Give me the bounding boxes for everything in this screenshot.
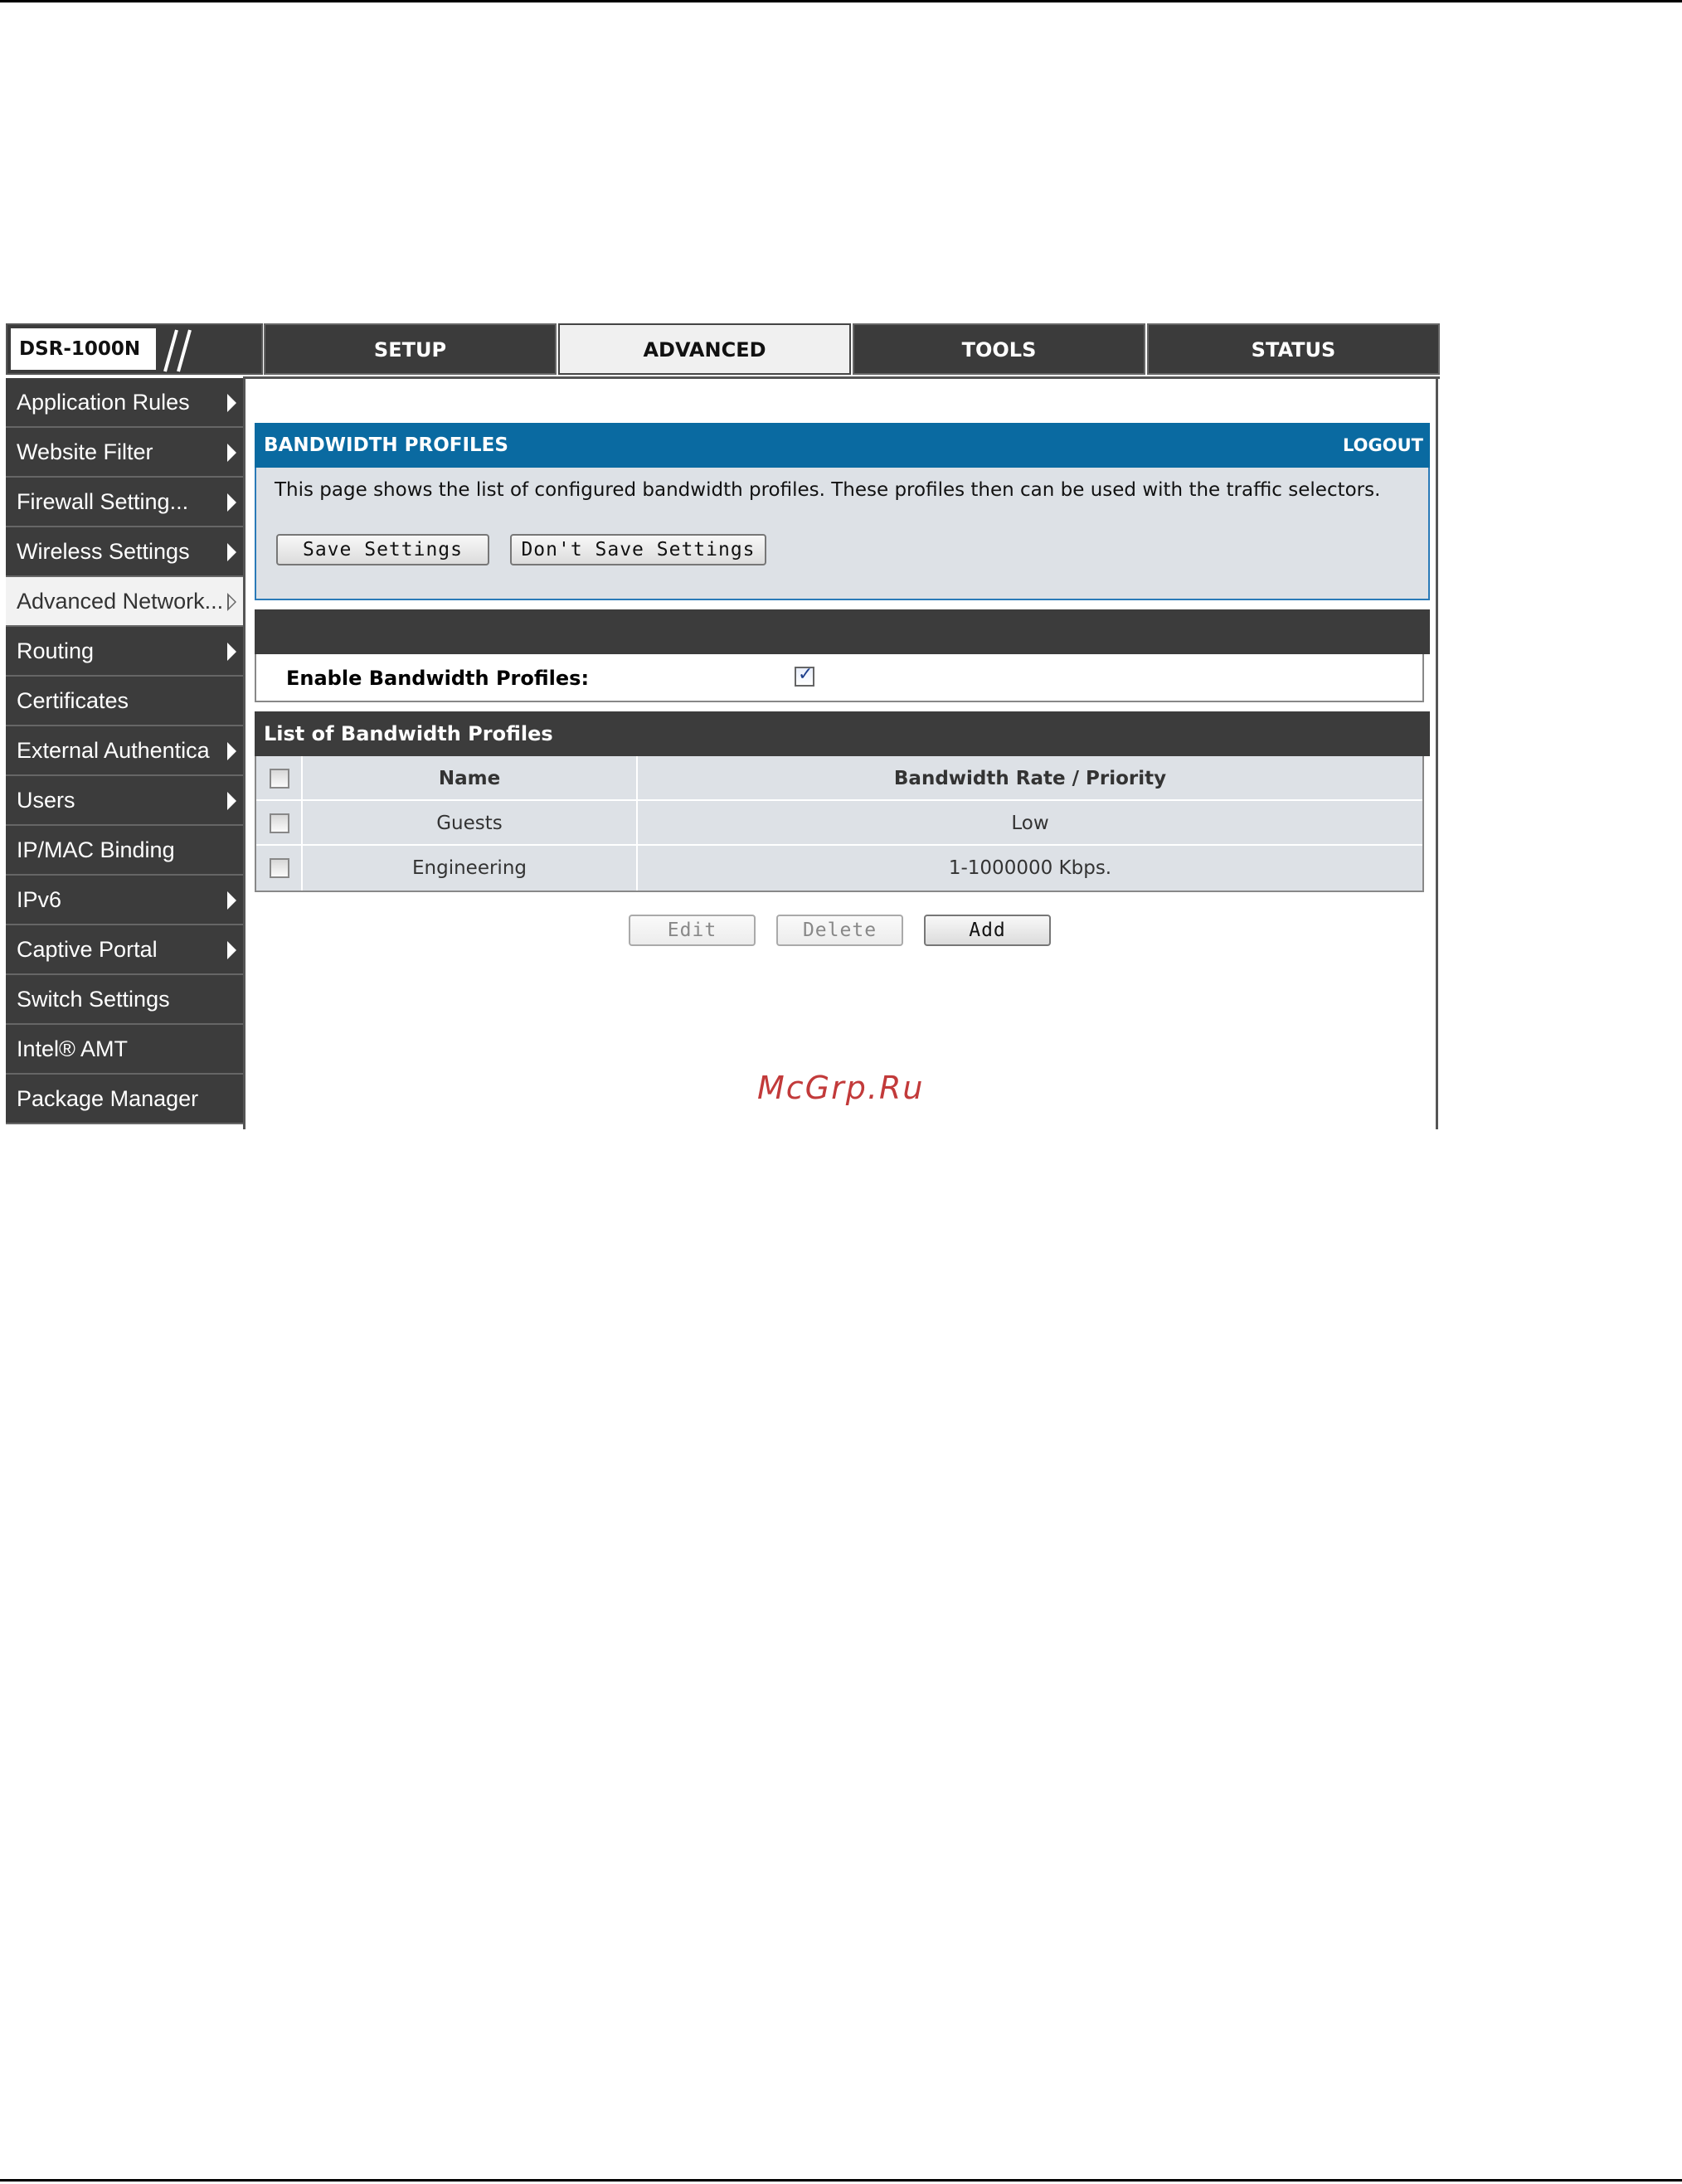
sidebar-item-label: Advanced Network... [17, 589, 224, 614]
sidebar-item-label: Website Filter [17, 439, 153, 464]
sidebar-item-label: Wireless Settings [17, 539, 190, 564]
bandwidth-profiles-table: Name Bandwidth Rate / Priority Guests Lo… [255, 756, 1424, 892]
sidebar-item-ipv6[interactable]: IPv6 [6, 876, 243, 925]
triangle-right-icon [227, 891, 236, 910]
profile-rate: Low [1011, 813, 1049, 834]
sidebar-item-switch-settings[interactable]: Switch Settings [6, 975, 243, 1025]
column-header-name: Name [303, 756, 638, 801]
triangle-right-icon [227, 792, 236, 810]
sidebar-item-label: Certificates [17, 688, 129, 713]
profile-name: Guests [303, 801, 638, 846]
tab-tools[interactable]: TOOLS [853, 323, 1145, 375]
section-header: BANDWIDTH PROFILES LOGOUT [255, 423, 1430, 468]
sidebar-item-firewall-settings[interactable]: Firewall Setting... [6, 478, 243, 527]
row-select-cell [256, 801, 303, 846]
sidebar-item-label: Intel® AMT [17, 1036, 128, 1061]
sidebar-item-label: External Authentica [17, 738, 210, 763]
sidebar-item-label: Package Manager [17, 1086, 199, 1111]
save-settings-button[interactable]: Save Settings [276, 534, 489, 565]
select-all-checkbox[interactable] [270, 769, 289, 789]
column-header-rate: Bandwidth Rate / Priority [893, 768, 1167, 789]
sidebar-item-application-rules[interactable]: Application Rules [6, 378, 243, 428]
content-border [243, 376, 245, 1129]
sidebar-item-certificates[interactable]: Certificates [6, 677, 243, 726]
logout-link[interactable]: LOGOUT [1343, 423, 1423, 468]
sidebar-item-label: Users [17, 788, 75, 813]
sidebar-item-label: IPv6 [17, 887, 62, 912]
page-top-rule [0, 0, 1682, 2]
page-bottom-rule [0, 2179, 1682, 2182]
triangle-right-icon [227, 543, 236, 561]
tab-advanced[interactable]: ADVANCED [558, 323, 851, 375]
profile-name: Engineering [303, 846, 638, 891]
router-admin-screenshot: DSR-1000N SETUP ADVANCED TOOLS STATUS Ap… [6, 323, 1440, 1129]
enable-bandwidth-label: Enable Bandwidth Profiles: [286, 667, 590, 690]
sidebar-item-external-authentication[interactable]: External Authentica [6, 726, 243, 776]
edit-button[interactable]: Edit [629, 915, 756, 946]
page-title: BANDWIDTH PROFILES [264, 434, 508, 456]
watermark: McGrp.Ru [757, 1070, 925, 1106]
sidebar-item-label: Switch Settings [17, 987, 170, 1012]
add-button[interactable]: Add [924, 915, 1051, 946]
sidebar-item-website-filter[interactable]: Website Filter [6, 428, 243, 478]
model-name: DSR-1000N [11, 328, 156, 370]
settings-bar [255, 609, 1430, 654]
sidebar-item-label: Firewall Setting... [17, 489, 189, 514]
row-checkbox[interactable] [270, 813, 289, 833]
sidebar-item-captive-portal[interactable]: Captive Portal [6, 925, 243, 975]
sidebar-item-package-manager[interactable]: Package Manager [6, 1075, 243, 1124]
tab-setup[interactable]: SETUP [264, 323, 557, 375]
row-checkbox[interactable] [270, 858, 289, 878]
table-row: Engineering 1-1000000 Kbps. [256, 846, 1422, 891]
model-badge: DSR-1000N [6, 323, 263, 375]
sidebar-item-routing[interactable]: Routing [6, 627, 243, 677]
sidebar-item-users[interactable]: Users [6, 776, 243, 826]
content-border [1436, 376, 1438, 1129]
triangle-right-icon [227, 493, 236, 512]
row-select-cell [256, 846, 303, 891]
sidebar-item-label: IP/MAC Binding [17, 837, 175, 862]
sidebar-item-intel-amt[interactable]: Intel® AMT [6, 1025, 243, 1075]
tab-status[interactable]: STATUS [1147, 323, 1440, 375]
triangle-right-icon [227, 941, 236, 959]
profile-rate: 1-1000000 Kbps. [948, 857, 1112, 879]
table-row: Guests Low [256, 801, 1422, 846]
triangle-right-outline-icon [227, 593, 236, 611]
delete-button[interactable]: Delete [776, 915, 903, 946]
sidebar-item-advanced-network[interactable]: Advanced Network... [6, 577, 243, 627]
enable-bandwidth-checkbox[interactable] [795, 664, 814, 687]
content-border [243, 376, 1440, 379]
sidebar-item-label: Application Rules [17, 390, 190, 415]
table-header-row: Name Bandwidth Rate / Priority [256, 756, 1422, 801]
info-panel: This page shows the list of configured b… [255, 468, 1430, 600]
triangle-right-icon [227, 742, 236, 760]
slash-logo-icon [163, 329, 192, 372]
triangle-right-icon [227, 394, 236, 412]
sidebar-item-label: Captive Portal [17, 937, 158, 962]
enable-bandwidth-row: Enable Bandwidth Profiles: [255, 654, 1424, 702]
sidebar-menu: Application Rules Website Filter Firewal… [6, 378, 243, 1124]
sidebar-item-label: Routing [17, 638, 95, 663]
triangle-right-icon [227, 444, 236, 462]
triangle-right-icon [227, 643, 236, 661]
sidebar-item-ip-mac-binding[interactable]: IP/MAC Binding [6, 826, 243, 876]
select-all-cell [256, 756, 303, 801]
list-title: List of Bandwidth Profiles [264, 722, 553, 745]
page-description: This page shows the list of configured b… [275, 479, 1381, 501]
sidebar-item-wireless-settings[interactable]: Wireless Settings [6, 527, 243, 577]
list-header: List of Bandwidth Profiles [255, 711, 1430, 756]
dont-save-settings-button[interactable]: Don't Save Settings [510, 534, 766, 565]
